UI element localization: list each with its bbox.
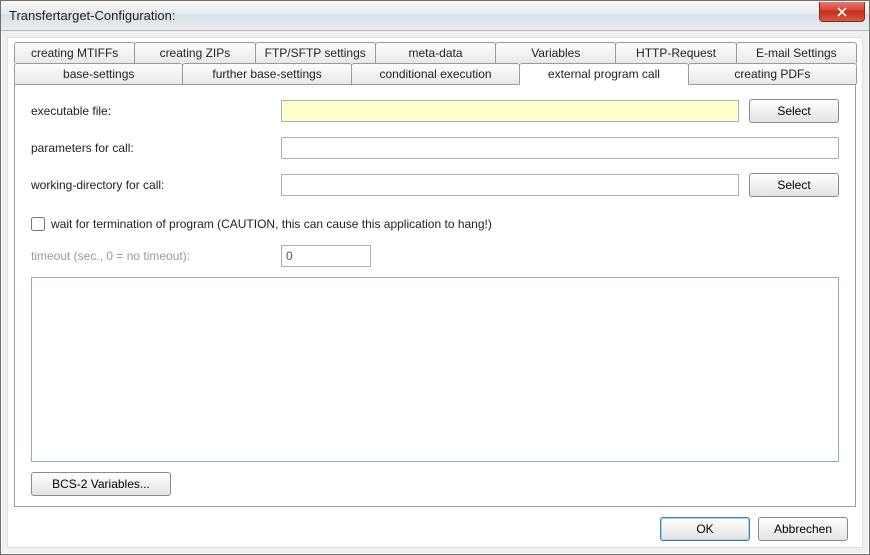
input-timeout [281, 245, 371, 267]
checkbox-wait-termination[interactable] [31, 217, 45, 231]
row-workdir: working-directory for call: Select [31, 173, 839, 197]
close-button[interactable] [819, 2, 865, 22]
tab-further-base-settings[interactable]: further base-settings [182, 63, 351, 84]
row-timeout: timeout (sec., 0 = no timeout): [31, 245, 839, 267]
tab-creating-mtiffs[interactable]: creating MTIFFs [14, 42, 135, 63]
tabs-row-1: creating MTIFFs creating ZIPs FTP/SFTP s… [14, 42, 856, 63]
row-bcs-variables: BCS-2 Variables... [31, 472, 839, 496]
tab-external-program-call[interactable]: external program call [519, 63, 688, 85]
tab-content-external-program-call: executable file: Select parameters for c… [14, 84, 856, 507]
label-workdir: working-directory for call: [31, 178, 281, 192]
tab-http-request[interactable]: HTTP-Request [615, 42, 736, 63]
tab-ftp-sftp-settings[interactable]: FTP/SFTP settings [255, 42, 376, 63]
tab-conditional-execution[interactable]: conditional execution [351, 63, 520, 84]
dialog-window: Transfertarget-Configuration: creating M… [0, 0, 870, 555]
tab-base-settings[interactable]: base-settings [14, 63, 183, 84]
label-wait-termination: wait for termination of program (CAUTION… [51, 217, 492, 231]
tab-meta-data[interactable]: meta-data [375, 42, 496, 63]
row-executable: executable file: Select [31, 99, 839, 123]
tabs-row-2: base-settings further base-settings cond… [14, 63, 856, 84]
output-textarea[interactable] [31, 277, 839, 462]
tab-variables[interactable]: Variables [495, 42, 616, 63]
label-parameters: parameters for call: [31, 141, 281, 155]
bcs-variables-button[interactable]: BCS-2 Variables... [31, 472, 171, 496]
close-icon [837, 7, 847, 17]
select-executable-button[interactable]: Select [749, 99, 839, 123]
cancel-button[interactable]: Abbrechen [758, 517, 848, 541]
label-timeout: timeout (sec., 0 = no timeout): [31, 249, 281, 263]
tab-creating-pdfs[interactable]: creating PDFs [688, 63, 857, 84]
input-working-directory[interactable] [281, 174, 739, 196]
title-bar: Transfertarget-Configuration: [1, 1, 869, 31]
window-title: Transfertarget-Configuration: [9, 8, 175, 23]
row-wait-termination: wait for termination of program (CAUTION… [31, 217, 839, 231]
input-executable-file[interactable] [281, 100, 739, 122]
tab-email-settings[interactable]: E-mail Settings [736, 42, 857, 63]
tab-creating-zips[interactable]: creating ZIPs [134, 42, 255, 63]
row-parameters: parameters for call: [31, 137, 839, 159]
select-workdir-button[interactable]: Select [749, 173, 839, 197]
input-parameters[interactable] [281, 137, 839, 159]
label-executable: executable file: [31, 104, 281, 118]
dialog-footer: OK Abbrechen [14, 507, 856, 541]
ok-button[interactable]: OK [660, 517, 750, 541]
dialog-body: creating MTIFFs creating ZIPs FTP/SFTP s… [7, 37, 863, 548]
